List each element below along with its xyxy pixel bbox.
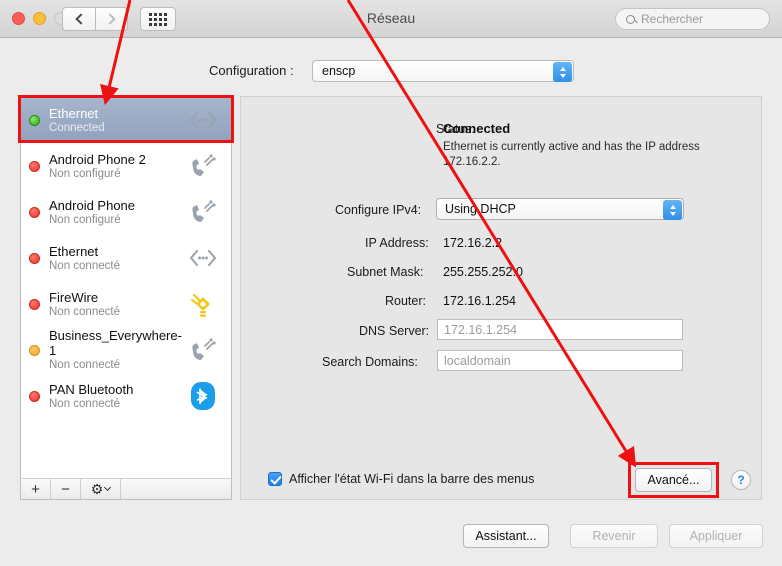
service-status: Non connecté (49, 397, 185, 411)
configuration-select[interactable]: enscp (312, 60, 574, 82)
services-toolbar: + − ⚙ (20, 478, 232, 500)
chevron-down-icon (104, 484, 111, 491)
dns-server-input[interactable]: 172.16.1.254 (437, 319, 683, 340)
annotation-box-ethernet-row (18, 95, 234, 143)
configure-ipv4-select[interactable]: Using DHCP (436, 198, 684, 220)
ethernet-icon (185, 241, 221, 275)
status-dot-red (29, 299, 40, 310)
search-placeholder: Rechercher (641, 12, 703, 26)
add-service-button[interactable]: + (21, 479, 51, 499)
search-domains-input[interactable]: localdomain (437, 350, 683, 371)
service-status: Non connecté (49, 259, 185, 273)
modem-phone-icon (185, 149, 221, 183)
service-row-pan-bluetooth[interactable]: PAN BluetoothNon connecté (21, 373, 231, 419)
network-services-list[interactable]: EthernetConnected Android Phone 2Non con… (20, 96, 232, 500)
status-dot-red (29, 391, 40, 402)
service-row-business-everywhere-1[interactable]: Business_Everywhere-1Non connecté (21, 327, 231, 373)
status-dot-orange (29, 345, 40, 356)
wifi-menubar-checkbox-label: Afficher l'état Wi-Fi dans la barre des … (289, 472, 534, 486)
service-row-android-phone-2[interactable]: Android Phone 2Non configuré (21, 143, 231, 189)
wifi-menubar-checkbox-row[interactable]: Afficher l'état Wi-Fi dans la barre des … (268, 472, 534, 486)
ip-address-value: 172.16.2.2 (443, 236, 502, 250)
subnet-mask-label: Subnet Mask: (347, 265, 423, 279)
services-action-menu[interactable]: ⚙ (81, 479, 121, 499)
service-text: Android Phone 2Non configuré (49, 152, 185, 181)
wifi-menubar-checkbox[interactable] (268, 472, 282, 486)
search-domains-value: localdomain (444, 354, 511, 368)
service-status: Non configuré (49, 167, 185, 181)
dns-server-value: 172.16.1.254 (444, 323, 517, 337)
service-status: Non configuré (49, 213, 185, 227)
service-row-ethernet[interactable]: EthernetNon connecté (21, 235, 231, 281)
service-text: Android PhoneNon configuré (49, 198, 185, 227)
router-value: 172.16.1.254 (443, 294, 516, 308)
service-name: FireWire (49, 290, 185, 305)
service-text: PAN BluetoothNon connecté (49, 382, 185, 411)
service-name: Android Phone 2 (49, 152, 185, 167)
service-name: Ethernet (49, 244, 185, 259)
modem-phone-icon (185, 333, 221, 367)
service-name: PAN Bluetooth (49, 382, 185, 397)
service-row-firewire[interactable]: FireWireNon connecté (21, 281, 231, 327)
ip-address-label: IP Address: (365, 236, 429, 250)
status-dot-red (29, 161, 40, 172)
stepper-up-down-icon[interactable] (553, 62, 572, 82)
service-text: Business_Everywhere-1Non connecté (49, 328, 185, 372)
annotation-box-advanced-button (628, 462, 719, 498)
apply-button: Appliquer (669, 524, 763, 548)
configuration-value: enscp (322, 64, 355, 78)
service-name: Business_Everywhere-1 (49, 328, 185, 358)
router-label: Router: (385, 294, 426, 308)
firewire-icon (185, 287, 221, 321)
service-text: FireWireNon connecté (49, 290, 185, 319)
configuration-row: Configuration : enscp (0, 60, 782, 84)
revert-button: Revenir (570, 524, 658, 548)
gear-icon: ⚙ (91, 481, 104, 498)
modem-phone-icon (185, 195, 221, 229)
status-dot-red (29, 253, 40, 264)
remove-service-button[interactable]: − (51, 479, 81, 499)
service-status: Non connecté (49, 358, 185, 372)
window-titlebar: Réseau Rechercher (0, 0, 782, 38)
network-preferences-window: Réseau Rechercher Configuration : enscp … (0, 0, 782, 566)
help-button[interactable]: ? (731, 470, 751, 490)
configure-ipv4-value: Using DHCP (445, 202, 516, 216)
configure-ipv4-label: Configure IPv4: (335, 203, 421, 217)
dns-server-label: DNS Server: (359, 324, 429, 338)
search-domains-label: Search Domains: (322, 355, 418, 369)
status-description: Ethernet is currently active and has the… (443, 140, 703, 170)
configuration-label: Configuration : (209, 63, 294, 78)
service-status: Non connecté (49, 305, 185, 319)
search-input[interactable]: Rechercher (615, 8, 770, 30)
service-text: EthernetNon connecté (49, 244, 185, 273)
subnet-mask-value: 255.255.252.0 (443, 265, 523, 279)
assistant-button[interactable]: Assistant... (463, 524, 549, 548)
status-dot-red (29, 207, 40, 218)
bluetooth-icon (185, 379, 221, 413)
service-name: Android Phone (49, 198, 185, 213)
service-row-android-phone[interactable]: Android PhoneNon configuré (21, 189, 231, 235)
configure-ipv4-stepper-icon[interactable] (663, 200, 682, 220)
search-icon (626, 15, 635, 24)
status-value: Connected (443, 121, 510, 136)
toolbar-spacer (121, 479, 231, 499)
